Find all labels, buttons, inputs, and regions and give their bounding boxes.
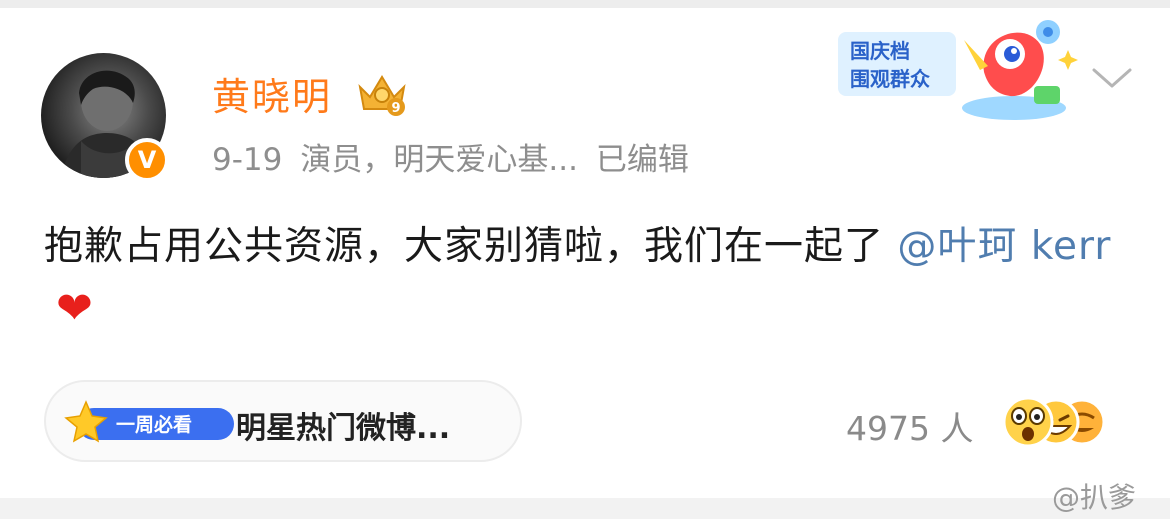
crown-level: 9 [391, 101, 400, 116]
post-meta: 9-19 演员，明天爱心基... 已编辑 [212, 134, 707, 179]
mention-link[interactable]: @叶珂 kerr [897, 224, 1111, 269]
holiday-promo-banner[interactable]: 国庆档 围观群众 [828, 10, 1078, 125]
author-bio: 演员，明天爱心基... [300, 142, 578, 178]
promo-line1: 国庆档 [850, 39, 910, 63]
bottom-divider [0, 498, 1170, 519]
post-content: 抱歉占用公共资源，大家别猜啦，我们在一起了 @叶珂 kerr ❤ [44, 216, 1134, 342]
verified-badge-icon: V [125, 138, 169, 182]
reaction-count[interactable]: 4975 人 [846, 402, 973, 450]
reaction-emojis[interactable] [998, 394, 1130, 450]
verified-badge-label: V [137, 146, 157, 174]
topic-card[interactable]: 一周必看 明星热门微博... [44, 380, 522, 462]
edited-label[interactable]: 已编辑 [596, 142, 689, 178]
shocked-emoji-icon [1002, 396, 1054, 448]
author-name[interactable]: 黄晓明 [212, 66, 332, 121]
post-text: 抱歉占用公共资源，大家别猜啦，我们在一起了 [44, 224, 885, 269]
watermark: @扒爹 [1052, 481, 1137, 514]
topic-title: 明星热门微博... [236, 411, 451, 446]
top-divider [0, 0, 1170, 8]
promo-line2: 围观群众 [850, 67, 930, 91]
heart-emoji: ❤ [56, 283, 94, 334]
badge-label: 一周必看 [116, 413, 192, 436]
chevron-down-icon[interactable] [1090, 66, 1134, 92]
vip-crown-icon[interactable]: 9 [356, 71, 408, 117]
post-date: 9-19 [212, 142, 283, 178]
